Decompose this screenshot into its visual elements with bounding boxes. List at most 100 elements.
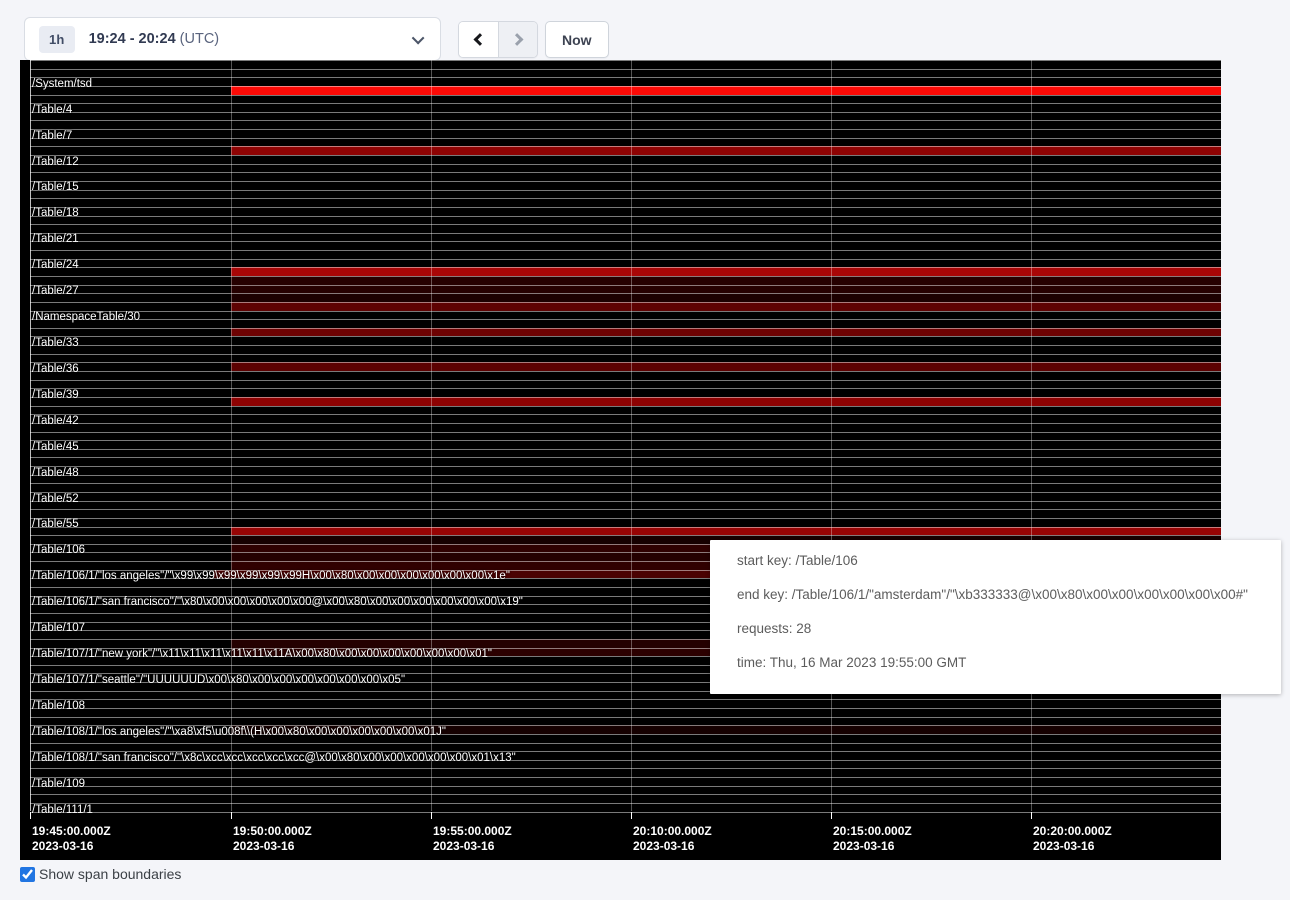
span-key-label: /Table/45	[32, 442, 79, 453]
span-key-label: /Table/52	[32, 494, 79, 505]
heatmap-band	[231, 397, 1221, 406]
chevron-right-icon	[510, 33, 523, 46]
span-boundary-line	[30, 492, 1221, 493]
span-boundary-line	[30, 380, 1221, 381]
time-range-selector[interactable]: 1h 19:24 - 20:24 (UTC)	[24, 17, 441, 61]
span-key-label: /Table/7	[32, 131, 72, 142]
x-axis-tick-label: 20:20:00.000Z2023-03-16	[1033, 824, 1112, 854]
time-grid-line	[30, 60, 31, 811]
span-boundary-line	[30, 457, 1221, 458]
time-grid-line	[631, 60, 632, 811]
tooltip-requests: requests: 28	[737, 612, 1271, 646]
span-boundary-line	[30, 786, 1221, 787]
span-boundary-line	[30, 717, 1221, 718]
span-key-label: /Table/109	[32, 779, 85, 790]
span-key-label: /System/tsd	[32, 79, 92, 90]
span-boundary-line	[30, 336, 1221, 337]
span-key-label: /Table/27	[32, 286, 79, 297]
span-boundary-line	[30, 181, 1221, 182]
span-boundary-line	[30, 483, 1221, 484]
now-button[interactable]: Now	[545, 21, 609, 58]
span-boundary-line	[30, 354, 1221, 355]
x-axis-tick	[1031, 812, 1032, 819]
x-axis-tick-label: 20:15:00.000Z2023-03-16	[833, 824, 912, 854]
x-axis-tick-label: 20:10:00.000Z2023-03-16	[633, 824, 712, 854]
span-key-label: /Table/106/1/"los angeles"/"\x99\x99\x99…	[32, 571, 510, 582]
span-boundary-line	[30, 293, 1221, 294]
span-boundary-line	[30, 302, 1221, 303]
span-boundary-line	[30, 527, 1221, 528]
span-key-label: /Table/107	[32, 623, 85, 634]
span-boundary-line	[30, 509, 1221, 510]
span-key-label: /NamespaceTable/30	[32, 312, 140, 323]
footer-controls: Show span boundaries	[20, 866, 181, 882]
x-axis-tick	[231, 812, 232, 819]
span-boundary-line	[30, 432, 1221, 433]
span-boundary-line	[30, 198, 1221, 199]
span-boundary-line	[30, 172, 1221, 173]
show-span-boundaries-checkbox[interactable]	[20, 867, 35, 882]
span-key-label: /Table/106	[32, 545, 85, 556]
key-visualizer-canvas[interactable]: /System/tsd/Table/4/Table/7/Table/12/Tab…	[20, 60, 1221, 860]
span-boundary-line	[30, 77, 1221, 78]
time-range-label: 19:24 - 20:24 (UTC)	[89, 31, 220, 47]
span-boundary-line	[30, 535, 1221, 536]
span-boundary-line	[30, 138, 1221, 139]
x-axis-tick	[631, 812, 632, 819]
x-axis-tick-label: 19:55:00.000Z2023-03-16	[433, 824, 512, 854]
time-grid-line	[1031, 60, 1032, 811]
span-boundary-line	[30, 475, 1221, 476]
x-axis-tick-label: 19:45:00.000Z2023-03-16	[32, 824, 111, 854]
next-button[interactable]	[498, 22, 537, 57]
tooltip-time: time: Thu, 16 Mar 2023 19:55:00 GMT	[737, 646, 1271, 680]
span-boundary-line	[30, 397, 1221, 398]
span-boundary-line	[30, 155, 1221, 156]
span-boundary-line	[30, 518, 1221, 519]
span-key-label: /Table/108	[32, 701, 85, 712]
duration-badge: 1h	[39, 26, 75, 53]
span-boundary-line	[30, 60, 1221, 61]
span-boundary-line	[30, 69, 1221, 70]
span-boundary-line	[30, 259, 1221, 260]
span-boundary-line	[30, 86, 1221, 87]
prev-button[interactable]	[459, 22, 498, 57]
heatmap-band	[231, 267, 1221, 276]
span-boundary-line	[30, 406, 1221, 407]
span-key-label: /Table/108/1/"san francisco"/"\x8c\xcc\x…	[32, 753, 516, 764]
span-key-label: /Table/42	[32, 416, 79, 427]
span-boundary-line	[30, 146, 1221, 147]
span-boundary-line	[30, 699, 1221, 700]
span-boundary-line	[30, 112, 1221, 113]
span-boundary-line	[30, 129, 1221, 130]
time-grid-line	[231, 60, 232, 811]
span-boundary-line	[30, 319, 1221, 320]
span-boundary-line	[30, 423, 1221, 424]
span-boundary-line	[30, 708, 1221, 709]
span-boundary-line	[30, 328, 1221, 329]
time-nav-group	[458, 21, 538, 58]
span-boundary-line	[30, 207, 1221, 208]
time-grid-line	[431, 60, 432, 811]
span-boundary-line	[30, 164, 1221, 165]
span-boundary-line	[30, 120, 1221, 121]
span-boundary-line	[30, 224, 1221, 225]
heatmap-band	[231, 276, 1221, 285]
span-boundary-line	[30, 190, 1221, 191]
time-range-value: 19:24 - 20:24	[89, 31, 176, 47]
span-key-label: /Table/24	[32, 260, 79, 271]
span-key-label: /Table/33	[32, 338, 79, 349]
span-key-label: /Table/55	[32, 519, 79, 530]
span-key-label: /Table/107/1/"new york"/"\x11\x11\x11\x1…	[32, 649, 492, 660]
tooltip-end-key: end key: /Table/106/1/"amsterdam"/"\xb33…	[737, 578, 1271, 612]
time-grid-line	[831, 60, 832, 811]
span-key-label: /Table/108/1/"los angeles"/"\xa8\xf5\u00…	[32, 727, 446, 738]
chevron-left-icon	[474, 33, 487, 46]
span-key-label: /Table/39	[32, 390, 79, 401]
span-key-label: /Table/106/1/"san francisco"/"\x80\x00\x…	[32, 597, 523, 608]
span-boundary-line	[30, 103, 1221, 104]
span-key-label: /Table/107/1/"seattle"/"UUUUUUD\x00\x80\…	[32, 675, 405, 686]
span-boundary-line	[30, 285, 1221, 286]
heatmap-band	[231, 362, 1221, 371]
span-boundary-line	[30, 501, 1221, 502]
span-key-label: /Table/36	[32, 364, 79, 375]
